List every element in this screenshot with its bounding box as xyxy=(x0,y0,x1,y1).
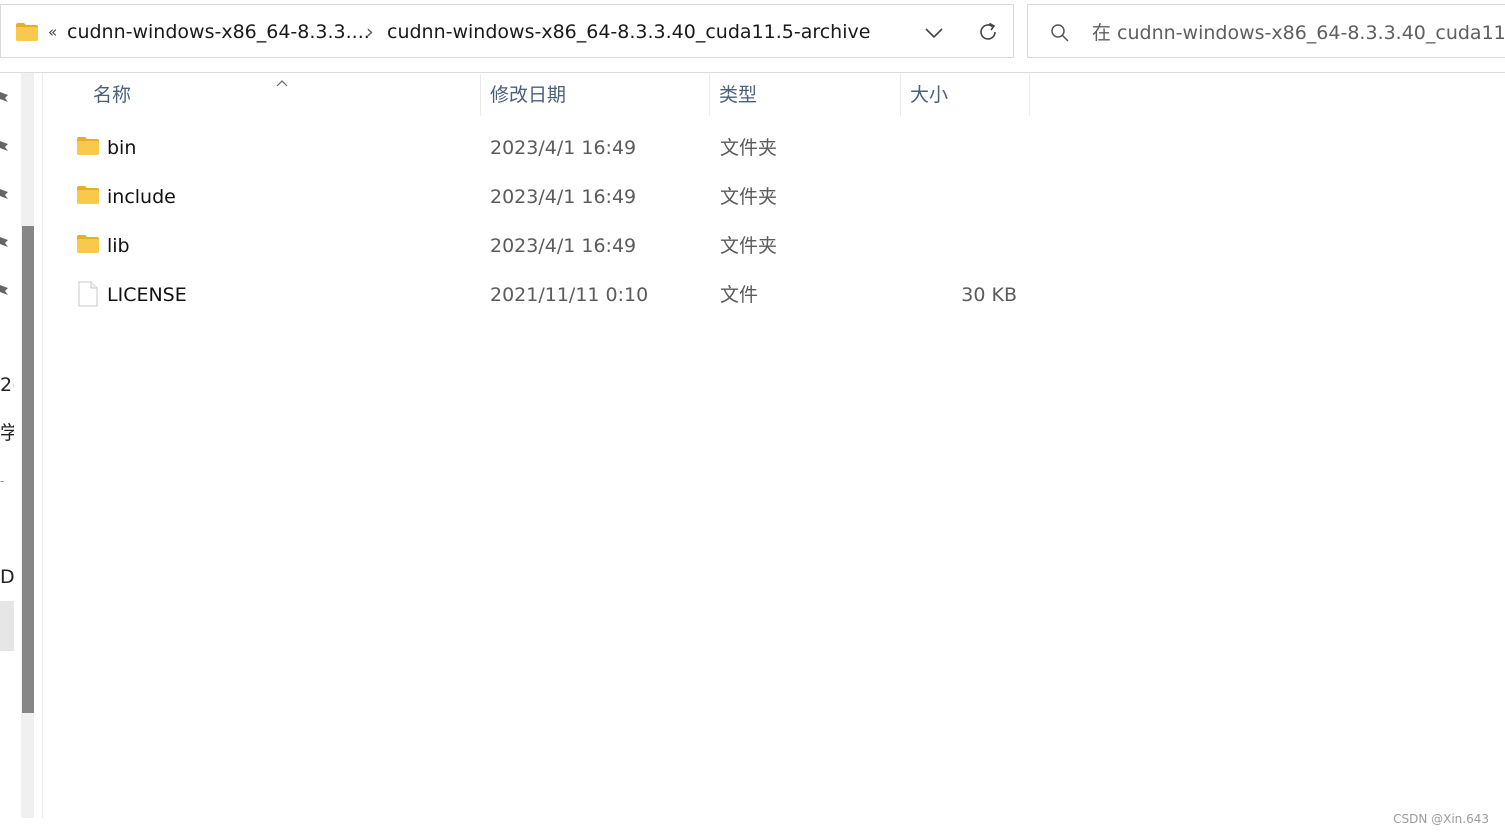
breadcrumb-item-current[interactable]: cudnn-windows-x86_64-8.3.3.40_cuda11.5-a… xyxy=(387,20,870,44)
column-header-size[interactable]: 大小 xyxy=(901,74,1029,116)
file-date: 2023/4/1 16:49 xyxy=(490,235,637,257)
column-separator[interactable] xyxy=(1029,74,1030,116)
nav-item-clip[interactable]: 学 xyxy=(0,422,14,446)
file-date: 2023/4/1 16:49 xyxy=(490,186,637,208)
pin-icon[interactable] xyxy=(0,282,10,298)
nav-item-label: 2( xyxy=(0,374,14,396)
file-row[interactable]: bin 2023/4/1 16:49 文件夹 xyxy=(60,124,1032,172)
file-type: 文件夹 xyxy=(720,137,778,159)
search-placeholder: 在 cudnn-windows-x86_64-8.3.3.40_cuda11.5 xyxy=(1092,22,1505,44)
file-name: bin xyxy=(107,137,137,159)
toolbar-divider xyxy=(0,72,1505,73)
nav-scrollbar-thumb[interactable] xyxy=(22,226,34,713)
breadcrumb-item-parent[interactable]: cudnn-windows-x86_64-8.3.3.... xyxy=(67,20,370,44)
nav-item-label: 学 xyxy=(0,422,14,444)
file-name: LICENSE xyxy=(107,284,187,306)
file-name: include xyxy=(107,186,176,208)
file-type: 文件夹 xyxy=(720,186,778,208)
watermark: CSDN @Xin.643 xyxy=(1393,812,1489,826)
breadcrumb-separator[interactable]: › xyxy=(366,20,374,44)
folder-icon xyxy=(76,234,100,254)
column-header-date[interactable]: 修改日期 xyxy=(481,74,709,116)
nav-item-clip[interactable]: D xyxy=(0,566,14,590)
refresh-icon[interactable] xyxy=(976,20,1000,44)
chevron-down-icon[interactable] xyxy=(924,25,944,39)
nav-item-label: - xyxy=(0,474,5,488)
navigation-pane-border xyxy=(42,73,43,818)
column-header-date-label: 修改日期 xyxy=(490,84,567,106)
pin-icon[interactable] xyxy=(0,234,10,250)
column-header-type[interactable]: 类型 xyxy=(710,74,900,116)
file-date: 2021/11/11 0:10 xyxy=(490,284,649,306)
file-row[interactable]: LICENSE 2021/11/11 0:10 文件 30 KB xyxy=(60,271,1032,319)
column-header-size-label: 大小 xyxy=(910,84,949,106)
file-type: 文件夹 xyxy=(720,235,778,257)
file-row[interactable]: lib 2023/4/1 16:49 文件夹 xyxy=(60,222,1032,270)
column-header-type-label: 类型 xyxy=(719,84,758,106)
pin-icon[interactable] xyxy=(0,138,10,154)
folder-icon xyxy=(76,136,100,156)
file-size: 30 KB xyxy=(961,284,1017,306)
column-header-name-label: 名称 xyxy=(93,84,132,106)
address-folder-icon xyxy=(15,22,39,42)
file-type: 文件 xyxy=(720,284,759,306)
pin-icon[interactable] xyxy=(0,186,10,202)
file-icon xyxy=(78,281,98,307)
nav-item-label: D xyxy=(0,566,14,588)
file-date: 2023/4/1 16:49 xyxy=(490,137,637,159)
file-name: lib xyxy=(107,235,130,257)
folder-icon xyxy=(76,185,100,205)
search-icon xyxy=(1050,23,1070,43)
nav-item-clip[interactable]: 2( xyxy=(0,374,14,398)
pin-icon[interactable] xyxy=(0,89,10,105)
breadcrumb-overflow-chevron[interactable]: « xyxy=(48,20,57,44)
file-row[interactable]: include 2023/4/1 16:49 文件夹 xyxy=(60,173,1032,221)
address-bar[interactable]: « cudnn-windows-x86_64-8.3.3.... › cudnn… xyxy=(0,4,1014,58)
nav-item-selected[interactable] xyxy=(0,601,14,651)
sort-ascending-icon xyxy=(276,73,288,87)
search-input[interactable]: 在 cudnn-windows-x86_64-8.3.3.40_cuda11.5 xyxy=(1027,4,1505,58)
nav-item-clip[interactable]: - xyxy=(0,472,8,492)
